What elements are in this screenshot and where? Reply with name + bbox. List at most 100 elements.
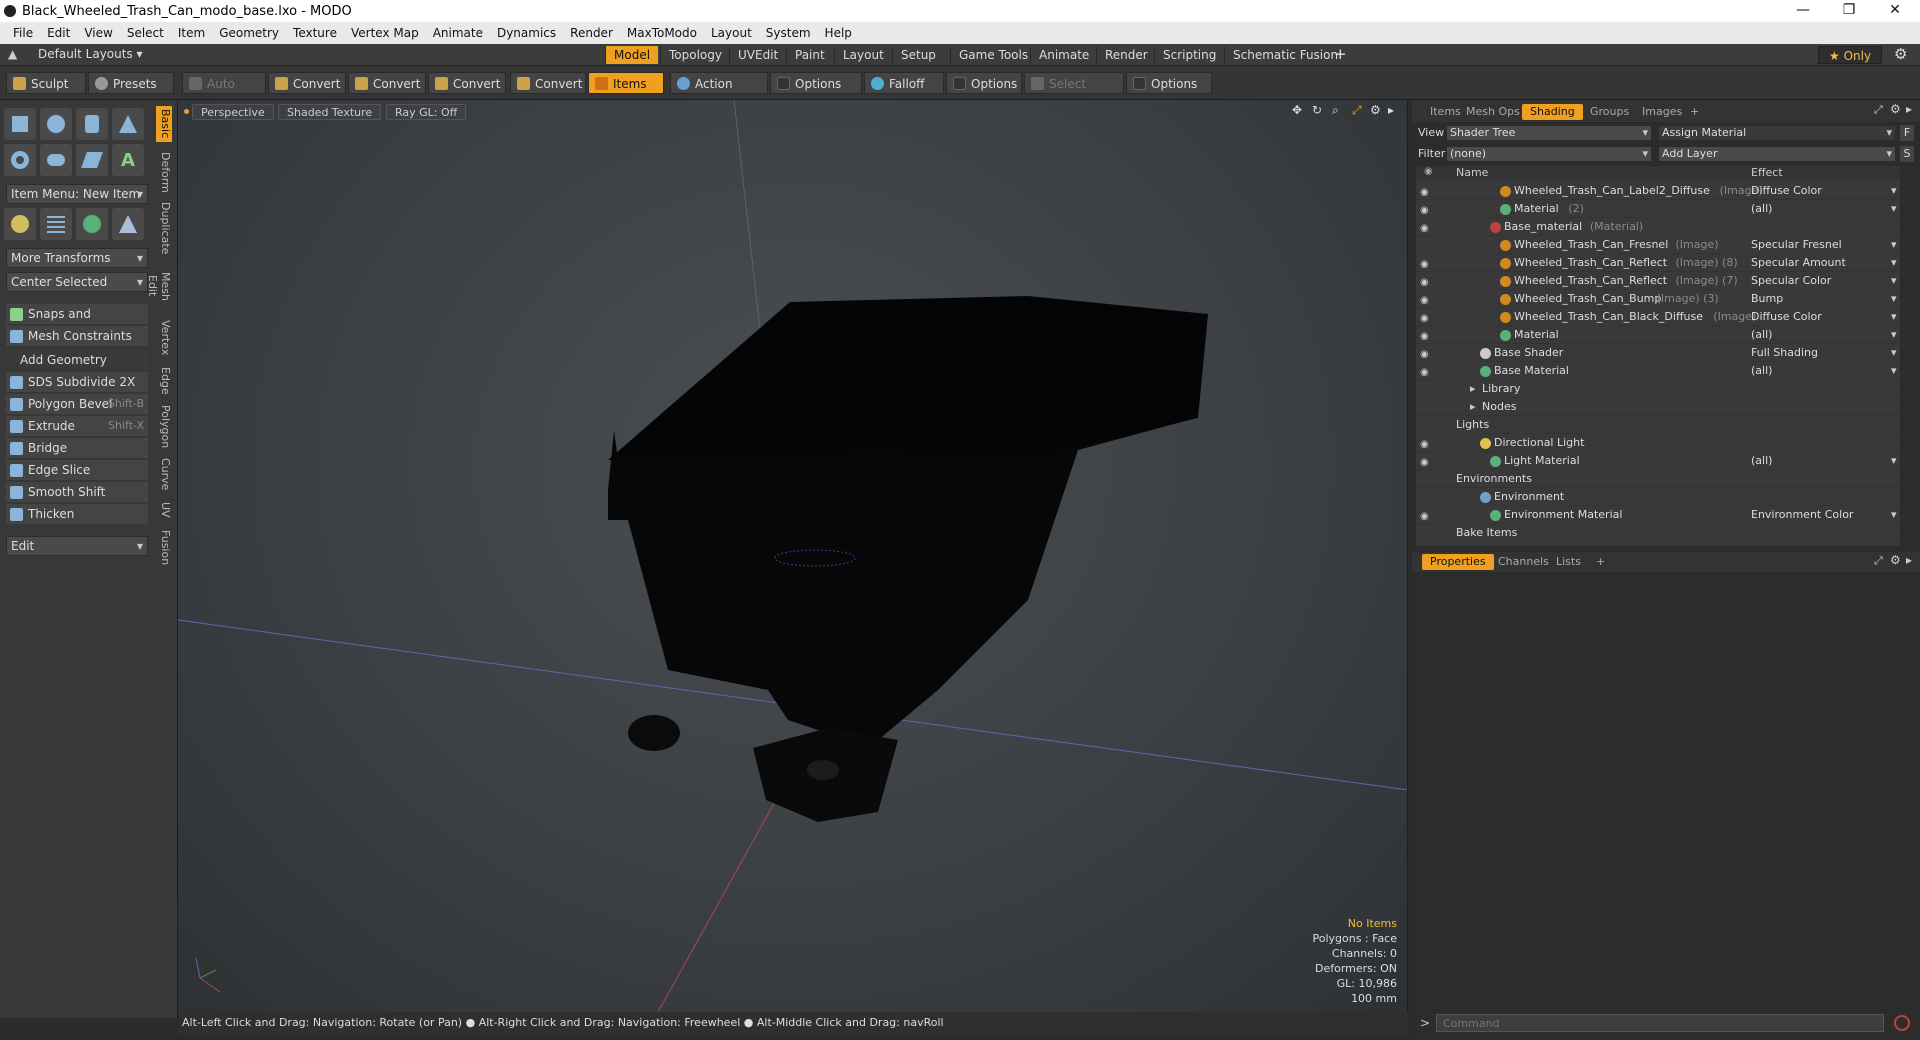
effect-dropdown[interactable]: Diffuse Color (1751, 308, 1896, 326)
vtab-mesh-edit[interactable]: Mesh Edit (146, 260, 172, 312)
tree-row[interactable]: ◉ Wheeled_Trash_Can_Label2_Diffuse (Image)… (1416, 182, 1900, 200)
mesh-constraints-button[interactable]: Mesh Constraints (6, 326, 148, 346)
tree-row[interactable]: ◉ Base_material (Material) (1416, 218, 1900, 236)
mesh-grid-button[interactable] (40, 208, 72, 240)
falloff-button[interactable]: Falloff (864, 72, 944, 94)
effect-dropdown[interactable]: Specular Color (1751, 272, 1897, 290)
presets-button[interactable]: Presets F6 (88, 72, 174, 113)
items-mode-button[interactable]: Items (588, 72, 664, 94)
menu-layout[interactable]: Layout (711, 26, 752, 40)
menu-item[interactable]: Item (178, 26, 205, 40)
menu-select[interactable]: Select (127, 26, 164, 40)
tool-edge-slice[interactable]: Edge Slice (6, 460, 148, 480)
close-button[interactable]: ✕ (1872, 0, 1918, 22)
panel-gear-icon[interactable]: ⚙ (1890, 102, 1901, 116)
tab-topology[interactable]: Topology (660, 46, 730, 64)
menu-animate[interactable]: Animate (433, 26, 483, 40)
cylinder-primitive-button[interactable] (76, 108, 108, 140)
tab-mesh-ops[interactable]: Mesh Ops (1458, 104, 1528, 120)
tab-setup[interactable]: Setup (892, 46, 944, 64)
effect-dropdown[interactable]: Diffuse Color (1751, 182, 1896, 200)
vtab-uv[interactable]: UV (156, 498, 172, 522)
tab-add-properties[interactable]: + (1588, 554, 1613, 570)
tab-add[interactable]: + (1682, 104, 1707, 120)
tree-row[interactable]: ◉ Wheeled_Trash_Can_Black_Diffuse (Image) D… (1416, 308, 1900, 326)
vtab-polygon[interactable]: Polygon (156, 404, 172, 450)
convert-item-button[interactable]: Convert (510, 72, 586, 94)
tool-sds-subdivide[interactable]: SDS Subdivide 2X (6, 372, 148, 392)
maximize-button[interactable]: ❐ (1826, 0, 1872, 22)
properties-gear-icon[interactable]: ⚙ (1890, 553, 1901, 567)
assign-material-button[interactable]: Assign Material (1658, 125, 1896, 141)
tree-row[interactable]: Environments (1416, 470, 1900, 488)
convert-vertex-button[interactable]: Convert (268, 72, 346, 94)
tree-row[interactable]: ◉ Material (all) (1416, 326, 1900, 344)
tree-row[interactable]: ▸ Library (1416, 380, 1900, 398)
properties-expand-icon[interactable]: ⤢ (1874, 554, 1883, 568)
folder-expand-icon[interactable]: ▸ (1470, 380, 1476, 398)
tree-row[interactable]: Lights (1416, 416, 1900, 434)
globe-tool-button[interactable] (76, 208, 108, 240)
vtab-vertex[interactable]: Vertex (156, 318, 172, 358)
effect-dropdown[interactable]: Specular Fresnel (1751, 236, 1896, 254)
tab-schematic-fusion[interactable]: Schematic Fusion (1224, 46, 1346, 64)
vtab-deform[interactable]: Deform (156, 150, 172, 194)
only-button[interactable]: ★ Only (1818, 46, 1883, 64)
tree-row[interactable]: Wheeled_Trash_Can_Fresnel (Image) Specular… (1416, 236, 1900, 254)
tree-row[interactable]: ◉ Wheeled_Trash_Can_Bump (Image) (3) Bump (1416, 290, 1900, 308)
view-dropdown[interactable]: Shader Tree (1446, 125, 1652, 141)
tree-row[interactable]: ◉ Material (2) (all) (1416, 200, 1900, 218)
add-geometry-header[interactable]: Add Geometry (6, 350, 148, 370)
sphere-primitive-button[interactable] (40, 108, 72, 140)
tab-scripting[interactable]: Scripting (1154, 46, 1224, 64)
menu-texture[interactable]: Texture (293, 26, 337, 40)
options-button-1[interactable]: Options (770, 72, 862, 94)
menu-vertex-map[interactable]: Vertex Map (351, 26, 419, 40)
pen-tool-button[interactable] (76, 144, 108, 176)
more-transforms-dropdown[interactable]: More Transforms (6, 248, 148, 268)
menu-render[interactable]: Render (570, 26, 613, 40)
tab-layout[interactable]: Layout (834, 46, 892, 64)
menu-view[interactable]: View (84, 26, 112, 40)
menu-help[interactable]: Help (825, 26, 852, 40)
options-button-3[interactable]: Options (1126, 72, 1212, 94)
edit-dropdown[interactable]: Edit (6, 536, 148, 556)
effect-dropdown[interactable]: (all) (1751, 200, 1900, 218)
menu-system[interactable]: System (766, 26, 811, 40)
auto-select-button[interactable]: Auto Select (182, 72, 266, 113)
transform-tool-button[interactable] (4, 208, 36, 240)
tube-primitive-button[interactable] (40, 144, 72, 176)
torus-primitive-button[interactable] (4, 144, 36, 176)
tree-row[interactable]: ◉ Base Shader Full Shading (1416, 344, 1900, 362)
tree-row[interactable]: ◉ Wheeled_Trash_Can_Reflect (Image) (7) Spe… (1416, 272, 1900, 290)
tree-row[interactable]: ▸ Nodes (1416, 398, 1900, 416)
effect-dropdown[interactable]: (all) (1751, 326, 1900, 344)
add-tab-button[interactable]: + (1334, 45, 1347, 63)
tree-row[interactable]: ◉ Base Material (all) (1416, 362, 1900, 380)
f-button[interactable]: F (1900, 125, 1914, 141)
text-tool-button[interactable]: A (112, 144, 144, 176)
tab-channels[interactable]: Channels (1490, 554, 1557, 570)
tree-row[interactable]: ◉ Environment Material Environment Color (1416, 506, 1900, 524)
effect-dropdown[interactable]: (all) (1751, 452, 1900, 470)
tree-row[interactable]: ◉ Directional Light (1416, 434, 1900, 452)
action-center-button[interactable]: Action Center (670, 72, 768, 113)
effect-dropdown[interactable]: Bump (1751, 290, 1898, 308)
3d-viewport[interactable]: Perspective Shaded Texture Ray GL: Off ✥… (178, 100, 1408, 1012)
tool-thicken[interactable]: Thicken (6, 504, 148, 524)
expand-icon[interactable]: ⤢ (1874, 103, 1883, 117)
minimize-button[interactable]: — (1780, 0, 1826, 22)
folder-expand-icon[interactable]: ▸ (1470, 398, 1476, 416)
vtab-duplicate[interactable]: Duplicate (156, 202, 172, 254)
options-button-2[interactable]: Options (946, 72, 1022, 94)
menu-geometry[interactable]: Geometry (219, 26, 279, 40)
tab-groups[interactable]: Groups (1582, 104, 1637, 120)
layout-icon[interactable]: ▲ (8, 47, 17, 61)
cone-primitive-button[interactable] (112, 108, 144, 140)
vtab-edge[interactable]: Edge (156, 364, 172, 398)
filter-dropdown[interactable]: (none) (1446, 146, 1652, 162)
tool-bridge[interactable]: Bridge (6, 438, 148, 458)
menu-edit[interactable]: Edit (47, 26, 70, 40)
tree-row[interactable]: Bake Items (1416, 524, 1900, 542)
effect-dropdown[interactable]: (all) (1751, 362, 1900, 380)
